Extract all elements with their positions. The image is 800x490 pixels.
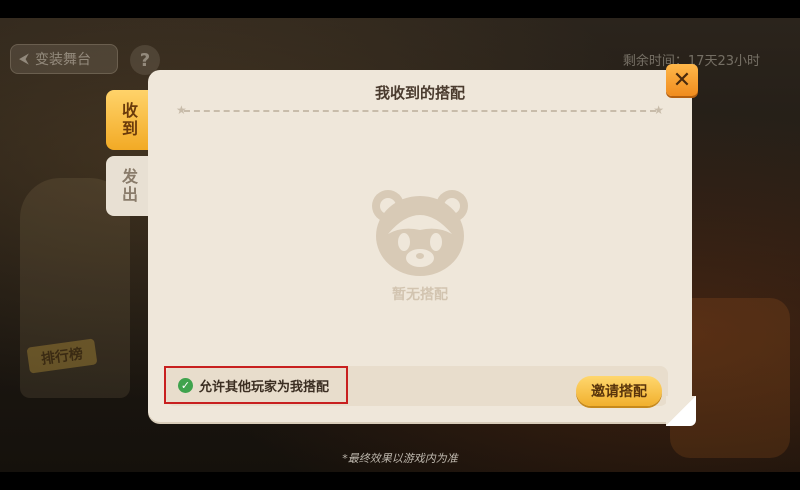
allow-others-label: 允许其他玩家为我搭配 (199, 379, 330, 395)
page-curl-decoration (666, 396, 696, 426)
dialog-title: 我收到的搭配 (374, 84, 465, 102)
title-divider (184, 110, 656, 112)
empty-state-label: 暂无搭配 (392, 287, 448, 303)
received-outfits-dialog: 我收到的搭配 ★ ★ ✕ 暂无搭配 ✓ 允许其他玩家为我搭配 邀请搭配 (148, 64, 698, 426)
close-button[interactable]: ✕ (666, 64, 698, 96)
star-icon: ★ (653, 103, 664, 117)
back-button-label: 变装舞台 (34, 52, 91, 68)
tab-sent[interactable]: 发出 (106, 156, 150, 216)
tab-received[interactable]: 收到 (106, 90, 150, 150)
allow-others-toggle[interactable]: ✓ 允许其他玩家为我搭配 (164, 366, 348, 404)
back-arrow-icon: ⮜ (19, 51, 29, 67)
invite-outfit-button[interactable]: 邀请搭配 (576, 376, 662, 406)
empty-state: 暂无搭配 (368, 186, 472, 304)
disclaimer-note: *最终效果以游戏内为准 (342, 452, 458, 465)
checkmark-icon: ✓ (178, 377, 193, 393)
bear-mascot-icon (372, 190, 468, 276)
back-button[interactable]: ⮜ 变装舞台 (10, 44, 118, 74)
star-icon: ★ (176, 103, 187, 117)
